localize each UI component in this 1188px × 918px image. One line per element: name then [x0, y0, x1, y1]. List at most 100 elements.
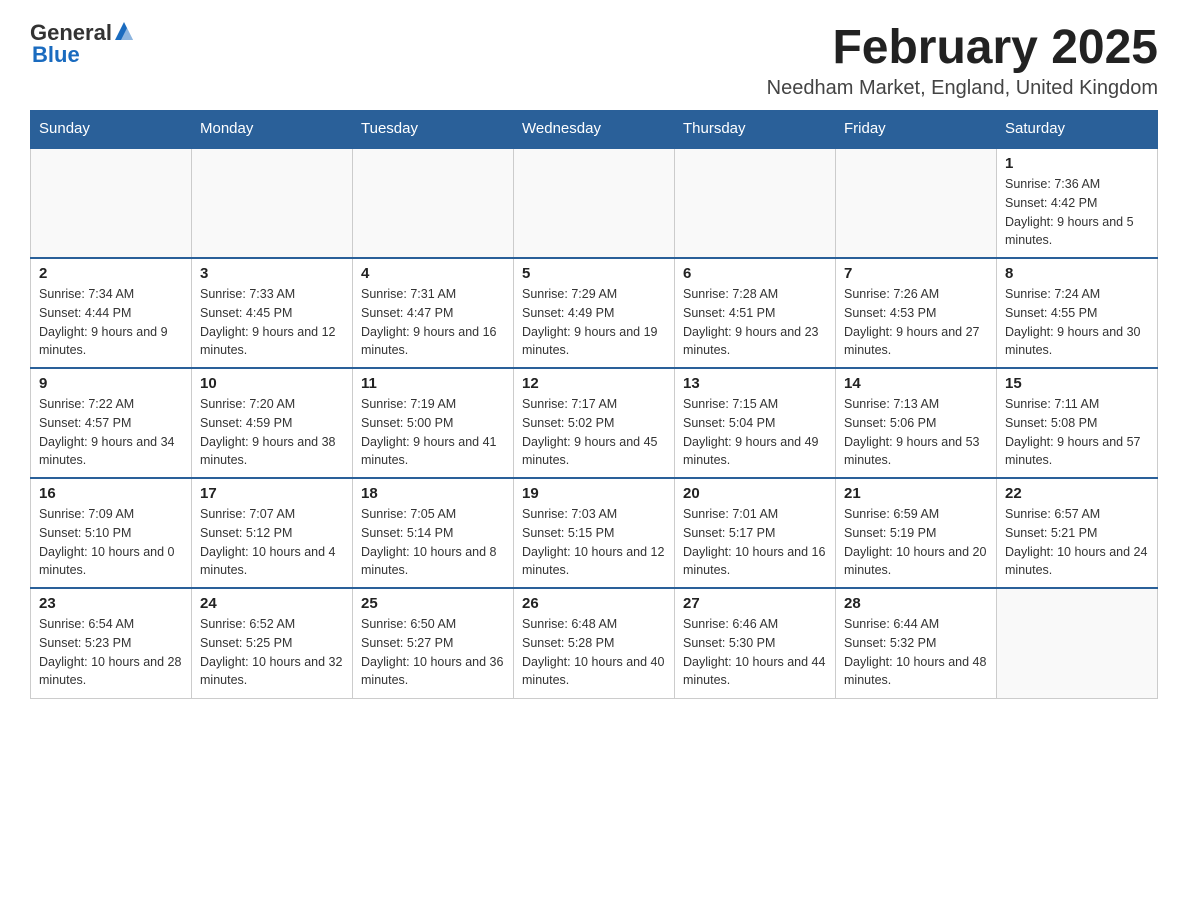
calendar-cell: 6Sunrise: 7:28 AM Sunset: 4:51 PM Daylig… [675, 258, 836, 368]
day-number: 4 [361, 265, 505, 282]
calendar-header-row: SundayMondayTuesdayWednesdayThursdayFrid… [31, 110, 1158, 148]
day-info: Sunrise: 7:03 AM Sunset: 5:15 PM Dayligh… [522, 505, 666, 580]
calendar-week-row: 1 Sunrise: 7:36 AM Sunset: 4:42 PM Daylig… [31, 148, 1158, 258]
day-info: Sunrise: 6:52 AM Sunset: 5:25 PM Dayligh… [200, 615, 344, 690]
day-info: Sunrise: 7:34 AM Sunset: 4:44 PM Dayligh… [39, 285, 183, 360]
day-info: Sunrise: 6:59 AM Sunset: 5:19 PM Dayligh… [844, 505, 988, 580]
calendar-cell: 14 Sunrise: 7:13 AM Sunset: 5:06 PM Dayli… [836, 368, 997, 478]
day-number: 25 [361, 595, 505, 612]
calendar-header-tuesday: Tuesday [353, 110, 514, 148]
calendar-cell: 13 Sunrise: 7:15 AM Sunset: 5:04 PM Dayli… [675, 368, 836, 478]
day-info: Sunrise: 7:05 AM Sunset: 5:14 PM Dayligh… [361, 505, 505, 580]
day-info: Sunrise: 7:15 AM Sunset: 5:04 PM Dayligh… [683, 395, 827, 470]
day-info: Sunrise: 7:20 AM Sunset: 4:59 PM Dayligh… [200, 395, 344, 470]
day-info: Sunrise: 6:50 AM Sunset: 5:27 PM Dayligh… [361, 615, 505, 690]
day-info: Sunrise: 7:29 AM Sunset: 4:49 PM Dayligh… [522, 285, 666, 360]
calendar-cell [675, 148, 836, 258]
day-number: 17 [200, 485, 344, 502]
day-number: 20 [683, 485, 827, 502]
calendar-cell: 28 Sunrise: 6:44 AM Sunset: 5:32 PM Dayli… [836, 588, 997, 698]
calendar-cell: 21 Sunrise: 6:59 AM Sunset: 5:19 PM Dayli… [836, 478, 997, 588]
calendar-week-row: 16Sunrise: 7:09 AM Sunset: 5:10 PM Dayli… [31, 478, 1158, 588]
day-number: 23 [39, 595, 183, 612]
day-info: Sunrise: 7:09 AM Sunset: 5:10 PM Dayligh… [39, 505, 183, 580]
day-info: Sunrise: 6:57 AM Sunset: 5:21 PM Dayligh… [1005, 505, 1149, 580]
day-number: 19 [522, 485, 666, 502]
calendar-cell: 27Sunrise: 6:46 AM Sunset: 5:30 PM Dayli… [675, 588, 836, 698]
calendar-cell: 26 Sunrise: 6:48 AM Sunset: 5:28 PM Dayli… [514, 588, 675, 698]
day-number: 3 [200, 265, 344, 282]
day-number: 27 [683, 595, 827, 612]
calendar-header-wednesday: Wednesday [514, 110, 675, 148]
calendar-cell: 20 Sunrise: 7:01 AM Sunset: 5:17 PM Dayli… [675, 478, 836, 588]
calendar-header-friday: Friday [836, 110, 997, 148]
day-number: 22 [1005, 485, 1149, 502]
day-number: 9 [39, 375, 183, 392]
day-number: 7 [844, 265, 988, 282]
day-info: Sunrise: 7:07 AM Sunset: 5:12 PM Dayligh… [200, 505, 344, 580]
calendar-cell: 12 Sunrise: 7:17 AM Sunset: 5:02 PM Dayli… [514, 368, 675, 478]
calendar-cell: 1 Sunrise: 7:36 AM Sunset: 4:42 PM Daylig… [997, 148, 1158, 258]
day-number: 12 [522, 375, 666, 392]
calendar-cell: 18Sunrise: 7:05 AM Sunset: 5:14 PM Dayli… [353, 478, 514, 588]
day-info: Sunrise: 7:01 AM Sunset: 5:17 PM Dayligh… [683, 505, 827, 580]
day-info: Sunrise: 7:31 AM Sunset: 4:47 PM Dayligh… [361, 285, 505, 360]
calendar-cell: 8 Sunrise: 7:24 AM Sunset: 4:55 PM Daylig… [997, 258, 1158, 368]
calendar-week-row: 9Sunrise: 7:22 AM Sunset: 4:57 PM Daylig… [31, 368, 1158, 478]
calendar-cell: 10 Sunrise: 7:20 AM Sunset: 4:59 PM Dayli… [192, 368, 353, 478]
day-number: 10 [200, 375, 344, 392]
calendar-cell: 5 Sunrise: 7:29 AM Sunset: 4:49 PM Daylig… [514, 258, 675, 368]
logo: General Blue [30, 20, 136, 68]
calendar-cell: 19 Sunrise: 7:03 AM Sunset: 5:15 PM Dayli… [514, 478, 675, 588]
calendar-cell: 17 Sunrise: 7:07 AM Sunset: 5:12 PM Dayli… [192, 478, 353, 588]
day-number: 2 [39, 265, 183, 282]
title-block: February 2025 Needham Market, England, U… [767, 20, 1158, 100]
day-number: 14 [844, 375, 988, 392]
day-number: 26 [522, 595, 666, 612]
calendar-cell [31, 148, 192, 258]
logo-blue-text: Blue [32, 42, 80, 67]
calendar-cell: 9Sunrise: 7:22 AM Sunset: 4:57 PM Daylig… [31, 368, 192, 478]
calendar-header-saturday: Saturday [997, 110, 1158, 148]
calendar-header-thursday: Thursday [675, 110, 836, 148]
day-number: 13 [683, 375, 827, 392]
calendar-cell [192, 148, 353, 258]
calendar-cell [836, 148, 997, 258]
day-info: Sunrise: 7:36 AM Sunset: 4:42 PM Dayligh… [1005, 175, 1149, 250]
day-info: Sunrise: 7:17 AM Sunset: 5:02 PM Dayligh… [522, 395, 666, 470]
day-info: Sunrise: 7:33 AM Sunset: 4:45 PM Dayligh… [200, 285, 344, 360]
day-info: Sunrise: 7:13 AM Sunset: 5:06 PM Dayligh… [844, 395, 988, 470]
calendar-cell: 7 Sunrise: 7:26 AM Sunset: 4:53 PM Daylig… [836, 258, 997, 368]
day-info: Sunrise: 6:48 AM Sunset: 5:28 PM Dayligh… [522, 615, 666, 690]
day-info: Sunrise: 7:19 AM Sunset: 5:00 PM Dayligh… [361, 395, 505, 470]
day-number: 21 [844, 485, 988, 502]
calendar-table: SundayMondayTuesdayWednesdayThursdayFrid… [30, 110, 1158, 699]
month-title: February 2025 [767, 20, 1158, 75]
calendar-cell: 16Sunrise: 7:09 AM Sunset: 5:10 PM Dayli… [31, 478, 192, 588]
day-number: 15 [1005, 375, 1149, 392]
day-number: 28 [844, 595, 988, 612]
day-info: Sunrise: 7:26 AM Sunset: 4:53 PM Dayligh… [844, 285, 988, 360]
day-info: Sunrise: 6:54 AM Sunset: 5:23 PM Dayligh… [39, 615, 183, 690]
calendar-week-row: 2 Sunrise: 7:34 AM Sunset: 4:44 PM Daylig… [31, 258, 1158, 368]
calendar-cell: 24 Sunrise: 6:52 AM Sunset: 5:25 PM Dayli… [192, 588, 353, 698]
day-number: 6 [683, 265, 827, 282]
calendar-header-monday: Monday [192, 110, 353, 148]
day-info: Sunrise: 6:44 AM Sunset: 5:32 PM Dayligh… [844, 615, 988, 690]
calendar-cell: 11 Sunrise: 7:19 AM Sunset: 5:00 PM Dayli… [353, 368, 514, 478]
location-title: Needham Market, England, United Kingdom [767, 77, 1158, 100]
calendar-cell: 25 Sunrise: 6:50 AM Sunset: 5:27 PM Dayli… [353, 588, 514, 698]
calendar-cell: 15Sunrise: 7:11 AM Sunset: 5:08 PM Dayli… [997, 368, 1158, 478]
day-number: 11 [361, 375, 505, 392]
calendar-week-row: 23 Sunrise: 6:54 AM Sunset: 5:23 PM Dayli… [31, 588, 1158, 698]
logo-icon [113, 24, 135, 42]
day-number: 24 [200, 595, 344, 612]
page-header: General Blue February 2025 Needham Marke… [30, 20, 1158, 100]
day-number: 1 [1005, 155, 1149, 172]
calendar-cell: 22 Sunrise: 6:57 AM Sunset: 5:21 PM Dayli… [997, 478, 1158, 588]
day-number: 8 [1005, 265, 1149, 282]
calendar-header-sunday: Sunday [31, 110, 192, 148]
calendar-cell: 3 Sunrise: 7:33 AM Sunset: 4:45 PM Daylig… [192, 258, 353, 368]
day-number: 5 [522, 265, 666, 282]
day-info: Sunrise: 7:24 AM Sunset: 4:55 PM Dayligh… [1005, 285, 1149, 360]
